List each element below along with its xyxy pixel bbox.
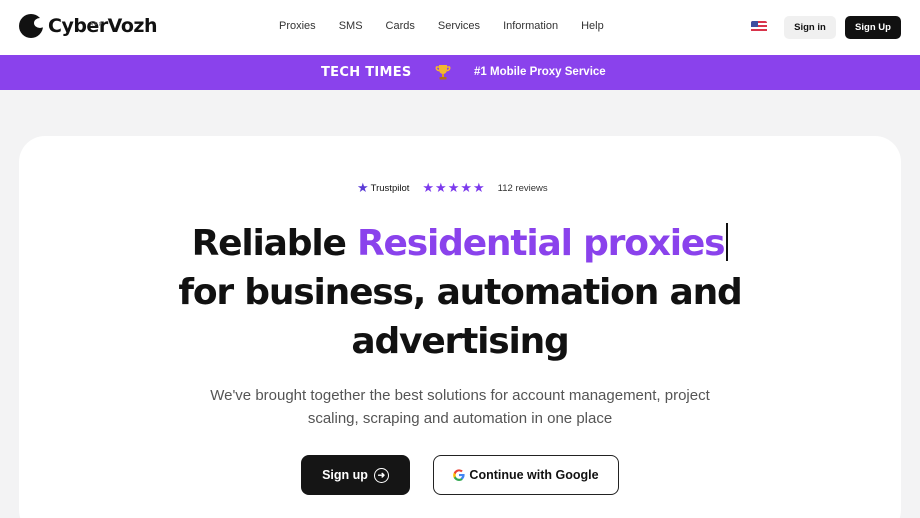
top-navbar: CyberVozh APP Proxies SMS Cards Services… <box>0 0 920 55</box>
logo[interactable]: CyberVozh <box>19 14 158 38</box>
rating-stars: ★ ★ ★ ★ ★ <box>422 181 485 195</box>
star-icon: ★ <box>460 180 472 195</box>
promo-banner[interactable]: TECH TIMES #1 Mobile Proxy Service <box>0 55 920 90</box>
headline-line-2: for business, automation and <box>178 272 742 313</box>
headline-prefix: Reliable <box>191 223 358 264</box>
star-icon: ★ <box>435 180 447 195</box>
menu-item-cards[interactable]: Cards <box>386 20 415 32</box>
star-icon: ★ <box>473 180 485 195</box>
menu-item-sms[interactable]: SMS <box>339 20 363 32</box>
trustpilot-rating[interactable]: ★ Trustpilot ★ ★ ★ ★ ★ 112 reviews <box>357 181 548 195</box>
sign-up-button[interactable]: Sign Up <box>845 16 901 39</box>
typing-caret <box>726 223 729 261</box>
hero-sign-up-label: Sign up <box>322 468 368 482</box>
hero-headline: Reliable Residential proxies for busines… <box>0 219 920 366</box>
menu-item-information[interactable]: Information <box>503 20 558 32</box>
menu-item-proxies[interactable]: Proxies <box>279 20 316 32</box>
headline-line-3: advertising <box>351 321 569 362</box>
trustpilot-star-icon: ★ <box>357 180 369 195</box>
google-button-label: Continue with Google <box>469 468 599 482</box>
hero-sign-up-button[interactable]: Sign up ➜ <box>301 455 410 495</box>
banner-text: #1 Mobile Proxy Service <box>474 66 606 78</box>
us-flag-icon[interactable] <box>751 21 767 33</box>
google-icon <box>453 469 466 481</box>
logo-subtitle: APP <box>90 22 104 28</box>
star-icon: ★ <box>422 180 435 195</box>
menu-item-help[interactable]: Help <box>581 20 604 32</box>
trustpilot-label: Trustpilot <box>370 182 410 194</box>
tech-times-logo: TECH TIMES <box>321 65 412 80</box>
review-count: 112 reviews <box>497 182 548 194</box>
star-icon: ★ <box>447 180 460 195</box>
headline-accent: Residential proxies <box>357 223 725 264</box>
main-menu: Proxies SMS Cards Services Information H… <box>279 20 627 32</box>
trophy-icon <box>435 65 451 80</box>
menu-item-services[interactable]: Services <box>438 20 480 32</box>
sign-in-button[interactable]: Sign in <box>784 16 836 39</box>
logo-icon <box>19 14 46 38</box>
arrow-right-icon: ➜ <box>373 467 389 483</box>
hero-subtext: We've brought together the best solution… <box>210 387 710 427</box>
continue-with-google-button[interactable]: Continue with Google <box>433 455 619 495</box>
